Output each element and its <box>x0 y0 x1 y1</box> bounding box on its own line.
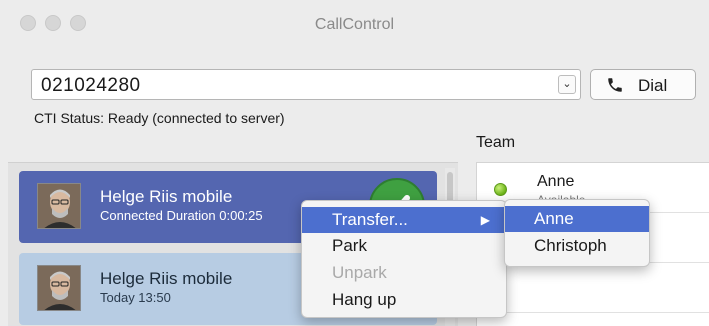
team-heading: Team <box>476 134 516 151</box>
transfer-target-christoph[interactable]: Christoph <box>505 233 649 259</box>
chevron-down-icon[interactable]: ⌄ <box>558 75 576 94</box>
menu-item-park[interactable]: Park <box>302 233 506 259</box>
call-context-menu: Transfer... ▶ Park Unpark Hang up <box>301 200 507 318</box>
phone-number-input[interactable]: 021024280 <box>41 75 141 97</box>
phone-icon <box>608 78 622 92</box>
dial-button-label: Dial <box>638 76 668 95</box>
window-title: CallControl <box>314 16 395 33</box>
call-name: Helge Riis mobile <box>100 187 233 206</box>
status-available-icon <box>494 183 507 196</box>
menu-item-label: Hang up <box>332 290 397 309</box>
team-row-empty <box>477 263 709 313</box>
avatar <box>37 183 81 229</box>
call-time: Today 13:50 <box>100 290 171 305</box>
menu-item-transfer[interactable]: Transfer... ▶ <box>302 207 506 233</box>
menu-item-unpark: Unpark <box>302 260 506 286</box>
dial-button[interactable]: Dial <box>590 69 696 100</box>
menu-item-hang-up[interactable]: Hang up <box>302 287 506 313</box>
menu-item-label: Transfer... <box>332 210 408 229</box>
title-bar: CallControl <box>0 0 709 50</box>
call-duration: Connected Duration 0:00:25 <box>100 208 263 223</box>
call-name: Helge Riis mobile <box>100 269 233 288</box>
menu-item-label: Park <box>332 236 367 255</box>
transfer-submenu: Anne Christoph <box>504 199 650 267</box>
transfer-target-anne[interactable]: Anne <box>505 206 649 232</box>
menu-item-label: Unpark <box>332 263 387 282</box>
team-member-name: Anne <box>537 173 575 190</box>
submenu-arrow-icon: ▶ <box>480 213 490 227</box>
phone-number-combobox[interactable]: 021024280 ⌄ <box>31 69 581 100</box>
avatar <box>37 265 81 311</box>
cti-status-text: CTI Status: Ready (connected to server) <box>34 110 285 126</box>
